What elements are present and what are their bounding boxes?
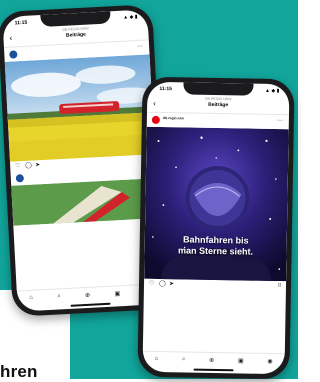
avatar[interactable] [15, 174, 25, 183]
starry-photo [144, 126, 289, 282]
phone-right: 11:15 ▲ ◆ ▮ ‹ DB REGIO NRW Beiträge db.r… [137, 76, 295, 380]
bookmark-icon[interactable]: ⌑ [278, 282, 281, 289]
search-icon[interactable]: ⌕ [57, 293, 61, 300]
profile-icon[interactable]: ◉ [267, 357, 272, 364]
post-header: db.regio.nrw ⋯ [147, 113, 289, 129]
share-icon[interactable]: ➤ [35, 161, 40, 168]
signal-icon: ▲ ◆ ▮ [123, 13, 138, 21]
status-time: 11:15 [14, 19, 28, 27]
signal-icon: ▲ ◆ ▮ [265, 87, 280, 95]
home-icon[interactable]: ⌂ [29, 295, 33, 301]
heart-icon[interactable]: ♡ [149, 280, 155, 287]
avatar[interactable] [9, 50, 18, 59]
share-icon[interactable]: ➤ [169, 280, 174, 287]
phone-right-screen: 11:15 ▲ ◆ ▮ ‹ DB REGIO NRW Beiträge db.r… [142, 81, 290, 375]
comment-icon[interactable]: ◯ [25, 162, 32, 169]
shop-icon[interactable]: ▣ [238, 357, 244, 364]
notch [183, 82, 254, 96]
home-icon[interactable]: ⌂ [155, 356, 159, 362]
avatar[interactable] [151, 115, 160, 125]
headline: Bahnfahren bis man Sterne sieht. [145, 234, 287, 258]
add-icon[interactable]: ⊕ [209, 356, 214, 363]
heart-icon[interactable]: ♡ [15, 162, 21, 169]
shop-icon[interactable]: ▣ [114, 290, 120, 297]
back-icon[interactable]: ‹ [153, 99, 156, 108]
search-icon[interactable]: ⌕ [182, 356, 185, 363]
post-actions: ♡ ◯ ➤ ⌑ [144, 279, 286, 291]
more-icon[interactable]: ⋯ [137, 43, 143, 50]
back-icon[interactable]: ‹ [9, 34, 12, 43]
caption-fragment: hren [0, 362, 38, 381]
add-icon[interactable]: ⊕ [85, 291, 90, 298]
status-time: 11:15 [159, 85, 172, 93]
tab-bar: ⌂ ⌕ ⊕ ▣ ◉ [142, 350, 285, 369]
nav-title: Beiträge [208, 101, 229, 109]
train-photo [4, 54, 155, 162]
home-indicator [193, 368, 234, 372]
account-name[interactable]: db.regio.nrw [163, 116, 184, 120]
comment-icon[interactable]: ◯ [159, 280, 166, 287]
more-icon[interactable]: ⋯ [277, 117, 283, 124]
second-post-photo [11, 178, 159, 226]
home-indicator [70, 302, 111, 307]
